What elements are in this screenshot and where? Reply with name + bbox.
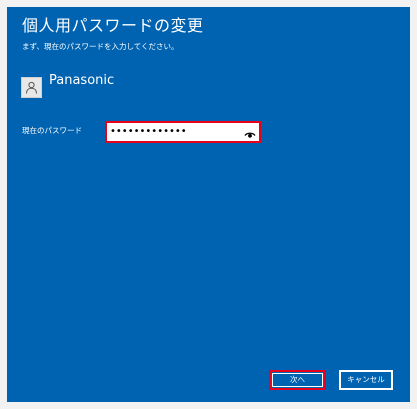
- current-password-label: 現在のパスワード: [22, 126, 82, 135]
- window-frame: 個人用パスワードの変更 まず、現在のパスワードを入力してください。 Panaso…: [0, 0, 417, 409]
- cancel-button[interactable]: キャンセル: [339, 370, 393, 390]
- change-password-dialog: 個人用パスワードの変更 まず、現在のパスワードを入力してください。 Panaso…: [7, 7, 410, 402]
- next-button[interactable]: 次へ: [269, 370, 326, 390]
- reveal-password-button[interactable]: [244, 126, 256, 138]
- current-password-input[interactable]: [110, 125, 240, 139]
- dialog-title: 個人用パスワードの変更: [22, 16, 204, 35]
- user-icon: [26, 81, 37, 94]
- account-name: Panasonic: [49, 73, 115, 88]
- eye-icon: [244, 132, 256, 138]
- current-password-field[interactable]: [105, 121, 261, 143]
- next-button-label: 次へ: [272, 373, 323, 387]
- dialog-subtitle: まず、現在のパスワードを入力してください。: [22, 42, 179, 51]
- avatar: [21, 77, 42, 98]
